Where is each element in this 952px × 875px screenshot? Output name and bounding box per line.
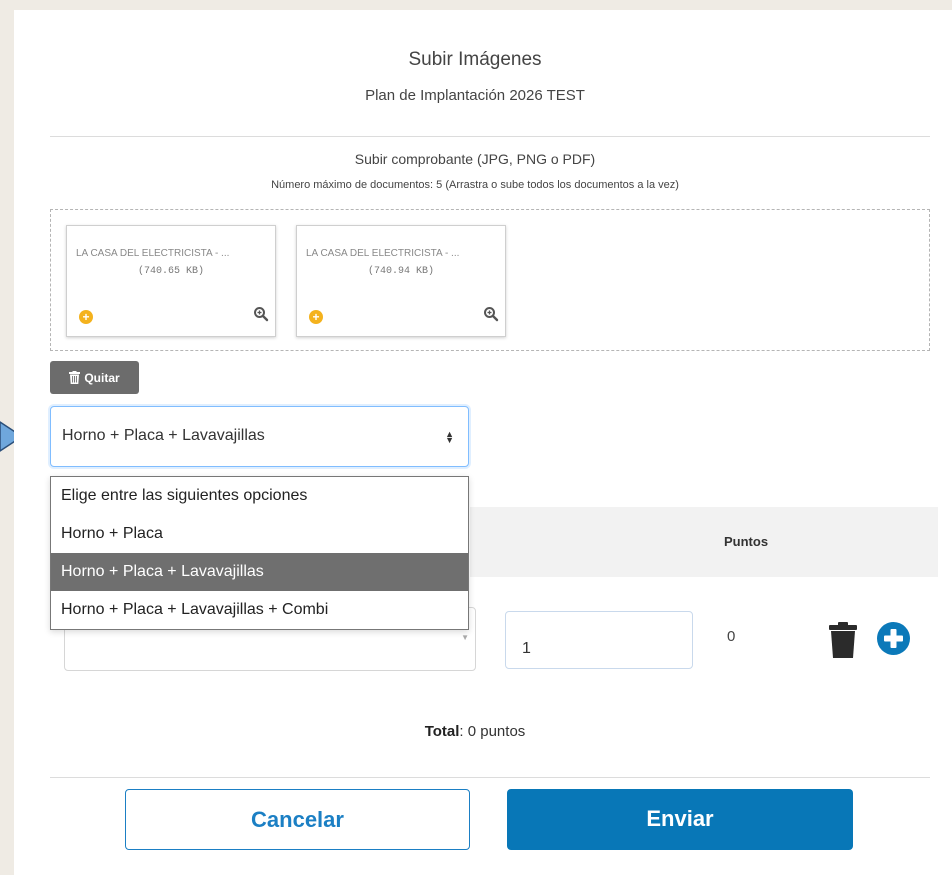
divider-top <box>50 136 930 137</box>
plus-icon[interactable]: + <box>309 310 323 324</box>
plus-circle-icon[interactable] <box>877 622 910 655</box>
cancel-button[interactable]: Cancelar <box>125 789 470 850</box>
remove-label: Quitar <box>84 370 120 385</box>
file-thumbnail[interactable]: LA CASA DEL ELECTRICISTA - ... (740.65 K… <box>66 225 276 337</box>
product-dropdown-list: Elige entre las siguientes opciones Horn… <box>50 476 469 630</box>
total-label: Total <box>424 723 460 740</box>
trash-icon[interactable] <box>829 622 857 658</box>
dropdown-option[interactable]: Horno + Placa <box>51 515 468 553</box>
row-points: 0 <box>727 628 736 645</box>
points-header: Puntos <box>724 534 769 549</box>
zoom-icon[interactable] <box>253 306 269 322</box>
plus-icon[interactable]: + <box>79 310 93 324</box>
quantity-input[interactable]: 1 <box>505 611 693 669</box>
total-value: : 0 puntos <box>459 723 526 740</box>
dropzone[interactable]: LA CASA DEL ELECTRICISTA - ... (740.65 K… <box>50 209 930 351</box>
modal-subtitle: Plan de Implantación 2026 TEST <box>365 87 585 104</box>
trash-icon <box>69 371 81 384</box>
upload-note: Número máximo de documentos: 5 (Arrastra… <box>271 179 679 191</box>
file-name: LA CASA DEL ELECTRICISTA - ... <box>306 248 460 259</box>
file-size: (740.94 KB) <box>367 266 434 277</box>
product-select[interactable]: Horno + Placa + Lavavajillas ▲ ▼ <box>50 406 469 467</box>
sort-caret-icon: ▲ ▼ <box>445 429 454 445</box>
file-thumbnail[interactable]: LA CASA DEL ELECTRICISTA - ... (740.94 K… <box>296 225 506 337</box>
divider-bottom <box>50 777 930 778</box>
product-select-value: Horno + Placa + Lavavajillas <box>62 427 265 444</box>
quantity-value: 1 <box>522 640 531 657</box>
file-size: (740.65 KB) <box>137 266 204 277</box>
modal-title: Subir Imágenes <box>408 49 542 70</box>
dropdown-option[interactable]: Elige entre las siguientes opciones <box>51 477 468 515</box>
send-button[interactable]: Enviar <box>507 789 853 850</box>
total-points: Total: 0 puntos <box>0 723 950 740</box>
table-header: Puntos <box>470 507 938 577</box>
zoom-icon[interactable] <box>483 306 499 322</box>
upload-title: Subir comprobante (JPG, PNG o PDF) <box>354 151 596 167</box>
file-name: LA CASA DEL ELECTRICISTA - ... <box>76 248 230 259</box>
remove-button[interactable]: Quitar <box>50 361 139 394</box>
dropdown-option-selected[interactable]: Horno + Placa + Lavavajillas <box>51 553 468 591</box>
chevron-down-icon: ▼ <box>461 633 469 642</box>
dropdown-option[interactable]: Horno + Placa + Lavavajillas + Combi <box>51 591 468 629</box>
